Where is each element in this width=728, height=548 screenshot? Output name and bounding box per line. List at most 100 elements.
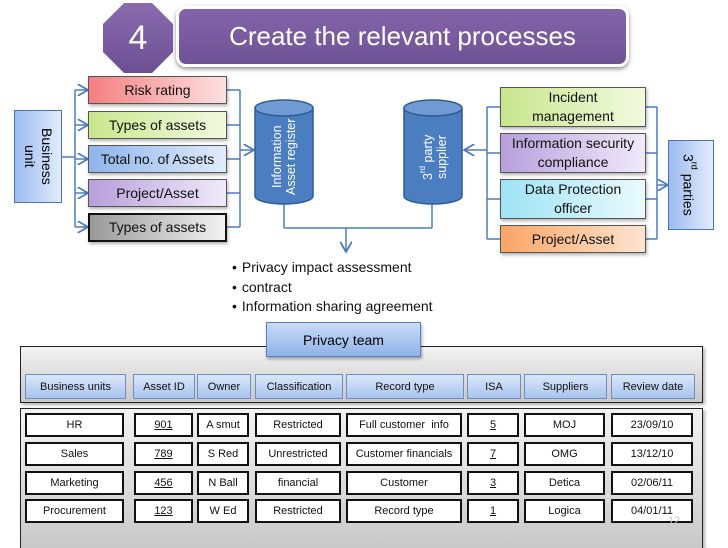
- incident-management-box: Incident management: [500, 87, 646, 127]
- cell-isa[interactable]: 7: [467, 442, 519, 466]
- col-header-suppliers: Suppliers: [524, 374, 607, 399]
- cell-owner: A smut: [197, 413, 249, 437]
- third-parties-label: 3rd parties: [680, 154, 703, 216]
- cell-text: Unrestricted: [268, 448, 328, 460]
- cell-isa[interactable]: 1: [467, 499, 519, 523]
- cell-classification: financial: [255, 471, 341, 495]
- cell-asset-id[interactable]: 789: [134, 442, 193, 466]
- business-unit-label: Business unit: [22, 128, 55, 185]
- cell-record-type: Full customer info: [346, 413, 462, 437]
- cell-classification: Restricted: [255, 499, 341, 523]
- cell-supplier: MOJ: [524, 413, 605, 437]
- cell-text: N Ball: [208, 477, 238, 489]
- outputs-list: Privacy impact assessment contract Infor…: [232, 258, 433, 317]
- cell-business-unit: Sales: [25, 442, 124, 466]
- page-number: 12: [668, 515, 681, 527]
- cell-text: 23/09/10: [630, 419, 674, 431]
- asset-register-text: Information Asset register: [270, 118, 298, 196]
- cell-text: Procurement: [43, 505, 106, 517]
- col-header-review-date: Review date: [611, 374, 695, 399]
- cell-text: Logica: [548, 505, 581, 517]
- output-item: Privacy impact assessment: [232, 258, 433, 278]
- business-unit-box: Business unit: [14, 110, 62, 203]
- col-header-classification: Classification: [255, 374, 343, 399]
- dpo-box: Data Protection officer: [500, 179, 646, 219]
- cell-text: financial: [277, 477, 319, 489]
- cell-text[interactable]: 123: [154, 505, 172, 517]
- cell-text: Restricted: [273, 505, 323, 517]
- cell-review-date: 02/06/11: [611, 471, 693, 495]
- cell-supplier: OMG: [524, 442, 605, 466]
- cell-classification: Restricted: [255, 413, 341, 437]
- cell-text[interactable]: 901: [154, 419, 172, 431]
- cell-text: Restricted: [273, 419, 323, 431]
- total-assets-box: Total no. of Assets: [88, 145, 227, 173]
- cell-text: A smut: [206, 419, 240, 431]
- cell-text: Sales: [60, 448, 89, 460]
- step-number: 4: [103, 3, 173, 73]
- cell-text[interactable]: 789: [154, 448, 172, 460]
- cell-text: MOJ: [552, 419, 577, 431]
- box-label: Risk rating: [124, 81, 191, 98]
- cell-text: Full customer info: [359, 419, 449, 431]
- cell-text: Customer: [380, 477, 428, 489]
- cell-record-type: Customer financials: [346, 442, 462, 466]
- cell-text[interactable]: 5: [490, 419, 496, 431]
- box-label: Data Protection officer: [524, 181, 622, 216]
- cell-review-date: 23/09/10: [611, 413, 693, 437]
- cell-asset-id[interactable]: 123: [134, 499, 193, 523]
- cell-text: HR: [66, 419, 83, 431]
- cell-isa[interactable]: 3: [467, 471, 519, 495]
- col-header-asset-id: Asset ID: [133, 374, 195, 399]
- cell-text[interactable]: 3: [490, 477, 496, 489]
- project-asset-right-box: Project/Asset: [500, 225, 646, 253]
- cell-text: Customer financials: [355, 448, 453, 460]
- cell-business-unit: Marketing: [25, 471, 124, 495]
- cell-text: 04/01/11: [630, 505, 673, 517]
- cell-asset-id[interactable]: 456: [134, 471, 193, 495]
- supplier-sup: rd: [418, 165, 428, 173]
- col-header-owner: Owner: [197, 374, 251, 399]
- box-label: Total no. of Assets: [100, 150, 215, 167]
- page-title: Create the relevant processes: [176, 6, 629, 67]
- cell-text: 02/06/11: [630, 477, 673, 489]
- cell-text: Record type: [374, 505, 434, 517]
- cell-text[interactable]: 7: [490, 448, 496, 460]
- cell-supplier: Detica: [524, 471, 605, 495]
- cell-business-unit: HR: [25, 413, 124, 437]
- cell-supplier: Logica: [524, 499, 605, 523]
- types-of-assets-box-2: Types of assets: [88, 213, 227, 242]
- output-item: contract: [232, 278, 433, 298]
- cell-text[interactable]: 456: [154, 477, 172, 489]
- tp-rest: parties: [680, 169, 697, 216]
- box-label: Project/Asset: [116, 184, 199, 201]
- cell-record-type: Customer: [346, 471, 462, 495]
- risk-rating-box: Risk rating: [88, 76, 227, 104]
- privacy-team-box: Privacy team: [266, 322, 421, 357]
- tp-prefix: 3: [680, 154, 697, 162]
- box-label: Information security compliance: [511, 135, 635, 170]
- supplier-text: 3rd party supplier: [416, 117, 449, 197]
- col-header-business-units: Business units: [25, 374, 126, 399]
- cell-text: Detica: [548, 477, 581, 489]
- cell-text[interactable]: 1: [490, 505, 496, 517]
- box-label: Project/Asset: [531, 230, 615, 247]
- cell-text: W Ed: [209, 505, 237, 517]
- box-label: Types of assets: [108, 116, 207, 133]
- cell-owner: W Ed: [197, 499, 249, 523]
- supplier-label: 3rd party supplier: [404, 116, 462, 198]
- tp-sup: rd: [689, 161, 700, 170]
- cell-review-date: 13/12/10: [611, 442, 693, 466]
- cell-asset-id[interactable]: 901: [134, 413, 193, 437]
- cell-review-date: 04/01/11: [611, 499, 693, 523]
- cell-text: 13/12/10: [630, 448, 674, 460]
- project-asset-box: Project/Asset: [88, 179, 227, 207]
- cell-text: S Red: [207, 448, 239, 460]
- types-of-assets-box: Types of assets: [88, 111, 227, 139]
- supplier-prefix: 3: [421, 172, 436, 180]
- cell-isa[interactable]: 5: [467, 413, 519, 437]
- cell-business-unit: Procurement: [25, 499, 124, 523]
- col-header-record-type: Record type: [346, 374, 464, 399]
- cell-text: Marketing: [50, 477, 99, 489]
- cell-owner: N Ball: [197, 471, 249, 495]
